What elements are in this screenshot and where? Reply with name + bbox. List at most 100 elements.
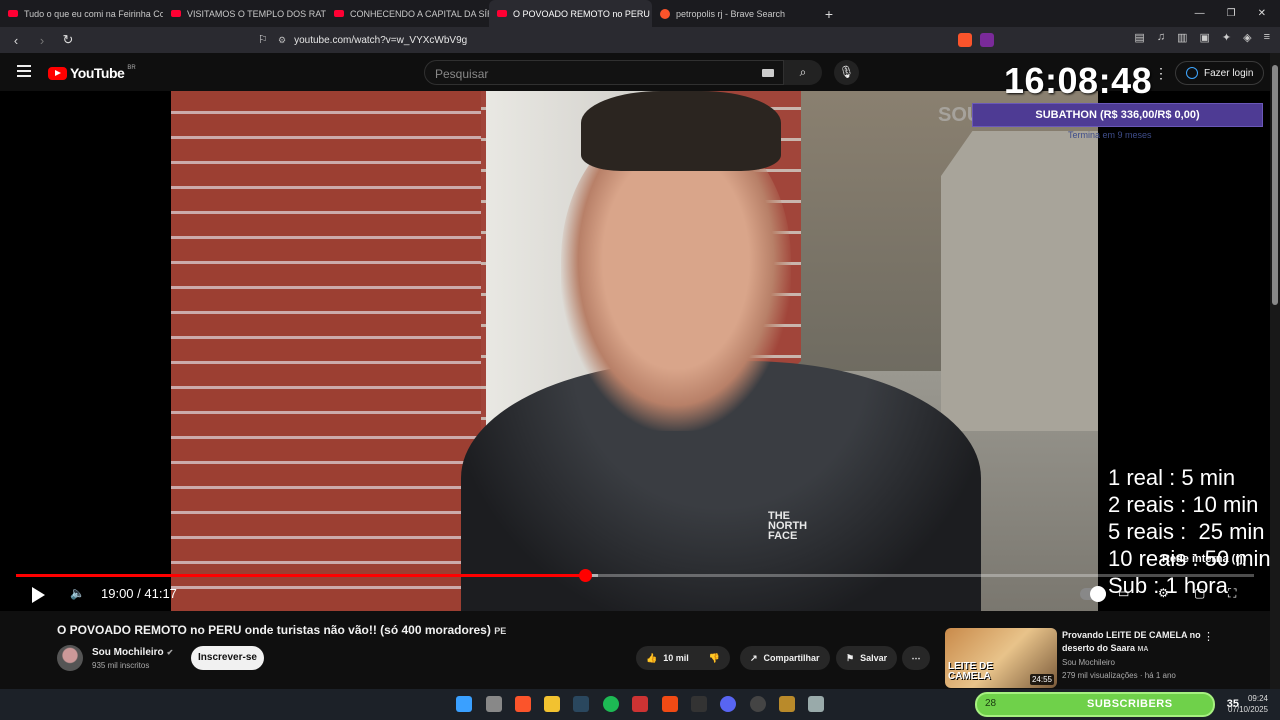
more-actions-button[interactable]: ⋯ [902, 646, 930, 670]
channel-name[interactable]: Sou Mochileiro ✔ [92, 647, 173, 658]
brave-rewards-icon[interactable] [980, 33, 994, 47]
youtube-favicon-icon [171, 10, 181, 17]
soundcloud-icon[interactable] [662, 696, 678, 712]
back-icon[interactable]: ‹ [8, 33, 24, 48]
keyboard-icon[interactable] [762, 69, 774, 77]
save-button[interactable]: ⚑ Salvar [836, 646, 898, 670]
restore-icon[interactable]: ❐ [1227, 8, 1236, 19]
time-display: 19:00 / 41:17 [101, 586, 177, 601]
youtube-play-logo-icon [48, 66, 67, 80]
close-window-icon[interactable]: ✕ [1258, 8, 1266, 19]
hamburger-menu-icon[interactable] [17, 65, 31, 77]
browser-tab[interactable]: petropolis rj - Brave Search [652, 0, 815, 27]
address-toolbar: ‹ › ↻ ⚐ ⚙ youtube.com/watch?v=w_VYXcWbV9… [0, 27, 1280, 53]
browser-tab-bar: Tudo o que eu comi na Feirinha Com VISIT… [0, 0, 1280, 27]
recommendation-meta: 279 mil visualizações · há 1 ano [1062, 671, 1176, 680]
obs-icon[interactable] [750, 696, 766, 712]
subscribe-button[interactable]: Inscrever-se [191, 646, 264, 670]
scrubber-handle[interactable] [579, 569, 593, 582]
sidebar-icon[interactable]: ▥ [1177, 31, 1187, 44]
verified-icon: ✔ [166, 648, 174, 657]
file-explorer-icon[interactable] [544, 696, 560, 712]
save-icon: ⚑ [846, 652, 855, 663]
youtube-favicon-icon [497, 10, 507, 17]
reader-icon[interactable]: ▤ [1134, 31, 1144, 44]
network-label: Rede interna (rj) [1162, 553, 1247, 565]
like-dislike-group: 👍 10 mil 👎 [636, 646, 730, 670]
leo-icon[interactable]: ✦ [1222, 31, 1231, 44]
vpn-icon[interactable]: ◈ [1243, 31, 1251, 44]
subathon-banner: SUBATHON (R$ 336,00/R$ 0,00) [972, 103, 1263, 127]
page-scrollbar[interactable] [1270, 53, 1280, 689]
miniplayer-icon[interactable]: ▢ [1194, 586, 1205, 600]
app-icon[interactable] [691, 696, 707, 712]
browser-tab-active[interactable]: O POVOADO REMOTO no PERU✕ [489, 0, 652, 27]
streaming-app-icon[interactable] [632, 696, 648, 712]
subscribers-goal-bar: 28 SUBSCRIBERS 35 [975, 692, 1239, 717]
recommendation-thumbnail[interactable]: LEITE DE CAMELA 24:55 [945, 628, 1057, 688]
dislike-icon[interactable]: 👎 [709, 653, 720, 664]
settings-gear-icon[interactable]: ⚙ [1158, 586, 1169, 600]
played-bar [16, 574, 586, 577]
browser-tab[interactable]: CONHECENDO A CAPITAL DA SÍRIA [326, 0, 489, 27]
menu-icon[interactable]: ≡ [1264, 31, 1270, 44]
spotify-icon[interactable] [603, 696, 619, 712]
video-duration: 24:55 [1029, 674, 1054, 685]
browser-tab[interactable]: Tudo o que eu comi na Feirinha Com [0, 0, 163, 27]
youtube-logo[interactable]: YouTube BR [48, 65, 136, 81]
music-icon[interactable]: ♫ [1157, 31, 1165, 44]
settings-kebab-icon[interactable]: ⋮ [1154, 65, 1168, 82]
autoplay-toggle[interactable] [1080, 586, 1106, 602]
play-icon[interactable] [32, 587, 45, 603]
share-icon: ↗ [750, 652, 758, 663]
progress-bar[interactable] [16, 569, 1254, 582]
channel-subscribers: 935 mil inscritos [92, 661, 150, 670]
search-button[interactable]: ⌕ [784, 60, 822, 85]
app-icon[interactable] [779, 696, 795, 712]
subathon-remaining: Termina em 9 meses [1068, 130, 1152, 140]
browser-tab[interactable]: VISITAMOS O TEMPLO DOS RATOS N [163, 0, 326, 27]
reload-icon[interactable]: ↻ [60, 32, 76, 48]
brave-shields-icon[interactable] [958, 33, 972, 47]
steam-icon[interactable] [573, 696, 589, 712]
brave-favicon-icon [660, 8, 670, 19]
video-player[interactable]: SOU THE NORTH FACE [0, 91, 1270, 611]
minimize-icon[interactable]: — [1195, 8, 1205, 19]
calculator-icon[interactable] [808, 696, 824, 712]
stream-clock: 16:08:48 [1004, 60, 1153, 101]
brave-icon[interactable] [515, 696, 531, 712]
channel-avatar[interactable] [57, 645, 83, 671]
window-controls: — ❐ ✕ [1195, 8, 1280, 19]
site-info-icon[interactable]: ⚙ [278, 35, 286, 46]
video-title: O POVOADO REMOTO no PERU onde turistas n… [57, 623, 507, 637]
login-button[interactable]: Fazer login [1175, 61, 1265, 85]
start-icon[interactable] [456, 696, 472, 712]
voice-search-button[interactable]: 🎙 [834, 60, 859, 85]
new-tab-button[interactable]: + [819, 6, 839, 22]
like-count[interactable]: 10 mil [663, 653, 689, 663]
subtitles-icon[interactable]: ▭ [1118, 586, 1129, 600]
bookmark-icon[interactable]: ⚐ [258, 33, 268, 46]
like-icon[interactable]: 👍 [646, 653, 657, 664]
youtube-favicon-icon [8, 10, 18, 17]
search-icon: ⌕ [799, 65, 807, 79]
share-button[interactable]: ↗ Compartilhar [740, 646, 830, 670]
user-icon [1186, 67, 1198, 79]
recommendation-menu-icon[interactable]: ⋮ [1203, 630, 1214, 643]
discord-icon[interactable] [720, 696, 736, 712]
thumbnail-caption: LEITE DE CAMELA [948, 661, 994, 682]
recommendation-channel[interactable]: Sou Mochileiro [1062, 658, 1115, 667]
toolbar-right: ▤ ♫ ▥ ▣ ✦ ◈ ≡ [1134, 31, 1270, 44]
scrollbar-thumb[interactable] [1272, 65, 1278, 305]
recommendation-title[interactable]: Provando LEITE DE CAMELA no deserto do S… [1062, 629, 1202, 656]
url-field[interactable]: ⚙ youtube.com/watch?v=w_VYXcWbV9g [278, 30, 998, 50]
jacket-logo: THE NORTH FACE [768, 510, 808, 542]
fullscreen-icon[interactable]: ⛶ [1228, 586, 1236, 601]
forward-icon[interactable]: › [34, 33, 50, 48]
microphone-icon: 🎙 [838, 65, 855, 79]
wallet-icon[interactable]: ▣ [1199, 31, 1209, 44]
volume-icon[interactable]: 🔈 [70, 586, 85, 600]
youtube-favicon-icon [334, 10, 344, 17]
task-view-icon[interactable] [486, 696, 502, 712]
search-input[interactable]: Pesquisar [424, 60, 784, 85]
